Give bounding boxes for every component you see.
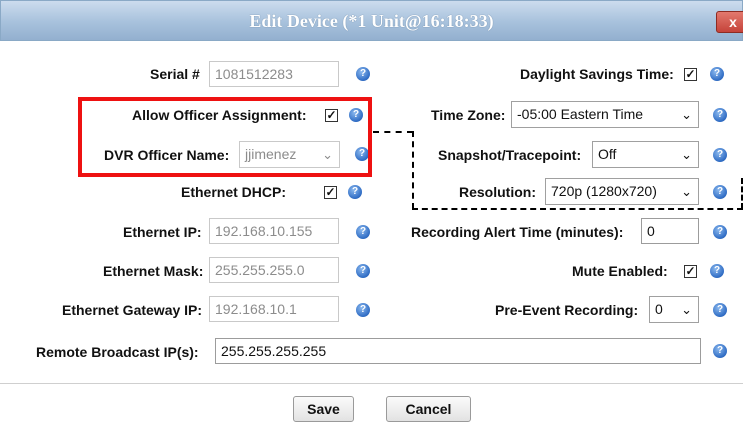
edit-device-dialog: Edit Device (*1 Unit@16:18:33) x Serial …	[0, 0, 743, 435]
help-icon[interactable]: ?	[713, 148, 727, 162]
help-icon[interactable]: ?	[713, 344, 727, 358]
help-icon[interactable]: ?	[713, 225, 727, 239]
callout-line	[373, 131, 413, 133]
ethernet-dhcp-checkbox[interactable]: ✓	[324, 186, 337, 199]
help-icon[interactable]: ?	[356, 264, 370, 278]
close-button[interactable]: x	[716, 11, 743, 33]
dialog-title-bar[interactable]: Edit Device (*1 Unit@16:18:33) x	[0, 0, 743, 41]
recording-alert-time-field[interactable]: 0	[641, 218, 699, 244]
cancel-button[interactable]: Cancel	[386, 396, 471, 422]
callout-line	[412, 208, 743, 210]
serial-field: 1081512283	[209, 61, 339, 87]
mute-enabled-label: Mute Enabled:	[572, 263, 668, 279]
ethernet-gateway-field: 192.168.10.1	[209, 296, 339, 322]
help-icon[interactable]: ?	[356, 67, 370, 81]
help-icon[interactable]: ?	[356, 225, 370, 239]
highlight-box	[78, 97, 372, 177]
pre-event-recording-select[interactable]: 0 ⌄	[649, 296, 699, 323]
recording-alert-time-label: Recording Alert Time (minutes):	[411, 224, 624, 240]
serial-label: Serial #	[150, 66, 200, 82]
pre-event-recording-label: Pre-Event Recording:	[495, 302, 639, 318]
resolution-select[interactable]: 720p (1280x720) ⌄	[545, 178, 699, 205]
chevron-down-icon: ⌄	[681, 184, 692, 199]
daylight-savings-label: Daylight Savings Time:	[520, 66, 674, 82]
pre-event-recording-value: 0	[655, 301, 663, 317]
remote-broadcast-field[interactable]: 255.255.255.255	[215, 338, 701, 364]
help-icon[interactable]: ?	[713, 108, 727, 122]
snapshot-tracepoint-select[interactable]: Off ⌄	[592, 141, 699, 168]
resolution-value: 720p (1280x720)	[551, 183, 657, 199]
resolution-label: Resolution:	[459, 184, 536, 200]
ethernet-mask-label: Ethernet Mask:	[103, 263, 204, 279]
snapshot-tracepoint-label: Snapshot/Tracepoint:	[438, 147, 582, 163]
ethernet-mask-field: 255.255.255.0	[209, 257, 339, 283]
time-zone-select[interactable]: -05:00 Eastern Time ⌄	[511, 101, 699, 128]
help-icon[interactable]: ?	[356, 303, 370, 317]
chevron-down-icon: ⌄	[681, 147, 692, 162]
help-icon[interactable]: ?	[348, 185, 362, 199]
chevron-down-icon: ⌄	[681, 302, 692, 317]
callout-line	[412, 131, 414, 209]
ethernet-gateway-label: Ethernet Gateway IP:	[62, 302, 203, 318]
close-icon[interactable]: x	[729, 14, 737, 30]
save-button[interactable]: Save	[293, 396, 354, 422]
help-icon[interactable]: ?	[713, 185, 727, 199]
divider	[0, 383, 743, 384]
remote-broadcast-label: Remote Broadcast IP(s):	[36, 344, 199, 360]
snapshot-tracepoint-value: Off	[598, 146, 617, 162]
ethernet-ip-field: 192.168.10.155	[209, 218, 339, 244]
chevron-down-icon: ⌄	[681, 107, 692, 122]
dialog-title: Edit Device (*1 Unit@16:18:33)	[249, 11, 494, 31]
help-icon[interactable]: ?	[710, 67, 724, 81]
time-zone-value: -05:00 Eastern Time	[517, 106, 644, 122]
ethernet-ip-label: Ethernet IP:	[123, 224, 202, 240]
daylight-savings-checkbox[interactable]: ✓	[684, 68, 697, 81]
time-zone-label: Time Zone:	[431, 107, 506, 123]
help-icon[interactable]: ?	[713, 303, 727, 317]
ethernet-dhcp-label: Ethernet DHCP:	[181, 184, 287, 200]
mute-enabled-checkbox[interactable]: ✓	[684, 265, 697, 278]
help-icon[interactable]: ?	[710, 264, 724, 278]
